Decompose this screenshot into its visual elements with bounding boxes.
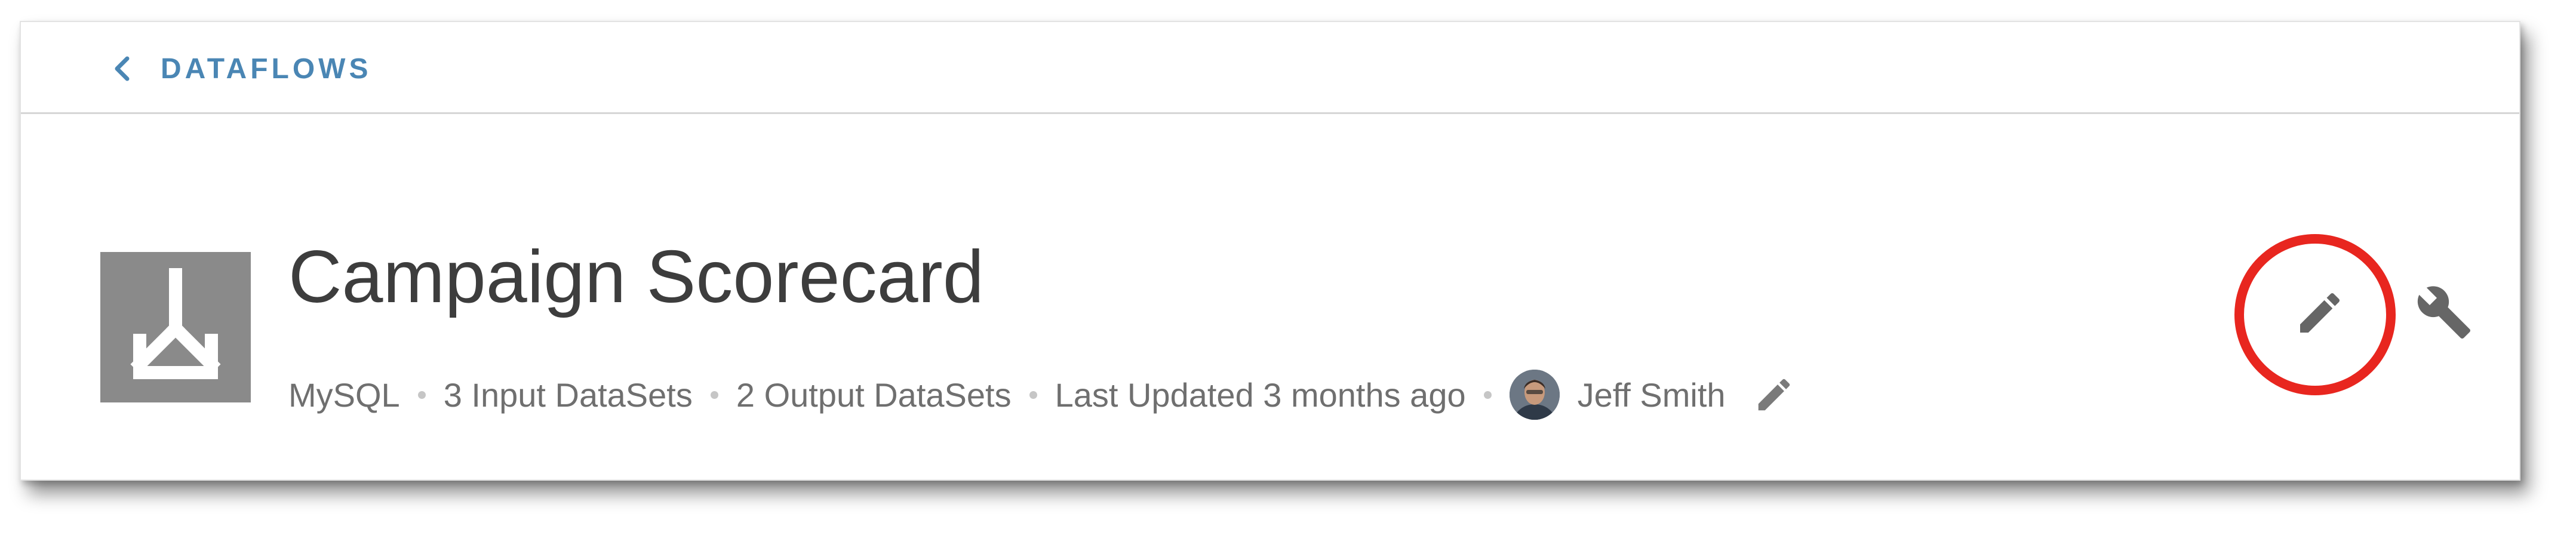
output-datasets-count[interactable]: 2 Output DataSets <box>736 376 1012 414</box>
separator-dot <box>710 391 718 399</box>
pencil-icon <box>2300 293 2340 333</box>
back-to-dataflows-link[interactable]: DATAFLOWS <box>112 47 371 90</box>
edit-owner-button[interactable] <box>1753 374 1795 416</box>
separator-dot <box>417 391 426 399</box>
owner-avatar[interactable] <box>1509 370 1560 420</box>
user-photo-icon <box>1509 370 1560 420</box>
chevron-left-icon <box>115 56 130 81</box>
dataflow-meta-row: MySQL 3 Input DataSets 2 Output DataSets… <box>288 368 1795 421</box>
dataflow-settings-button[interactable] <box>2415 284 2473 341</box>
wrench-icon <box>2417 286 2470 339</box>
edit-dataflow-button[interactable] <box>2294 287 2346 339</box>
screenshot-stage: DATAFLOWS Campaign Scorecard MySQL 3 Inp… <box>0 0 2576 538</box>
last-updated-text: Last Updated 3 months ago <box>1055 376 1466 414</box>
owner-name[interactable]: Jeff Smith <box>1578 376 1726 414</box>
input-datasets-count[interactable]: 3 Input DataSets <box>444 376 693 414</box>
top-navigation-bar: DATAFLOWS <box>21 22 2519 114</box>
dataflow-header-card: DATAFLOWS Campaign Scorecard MySQL 3 Inp… <box>20 21 2520 481</box>
dataflow-type-icon <box>100 252 251 402</box>
dataflow-merge-icon <box>130 268 221 379</box>
separator-dot <box>1029 391 1037 399</box>
pencil-icon <box>1758 379 1790 411</box>
separator-dot <box>1483 391 1492 399</box>
dataflow-type: MySQL <box>288 376 400 414</box>
dataflow-title: Campaign Scorecard <box>288 236 984 318</box>
back-link-label: DATAFLOWS <box>161 53 372 85</box>
